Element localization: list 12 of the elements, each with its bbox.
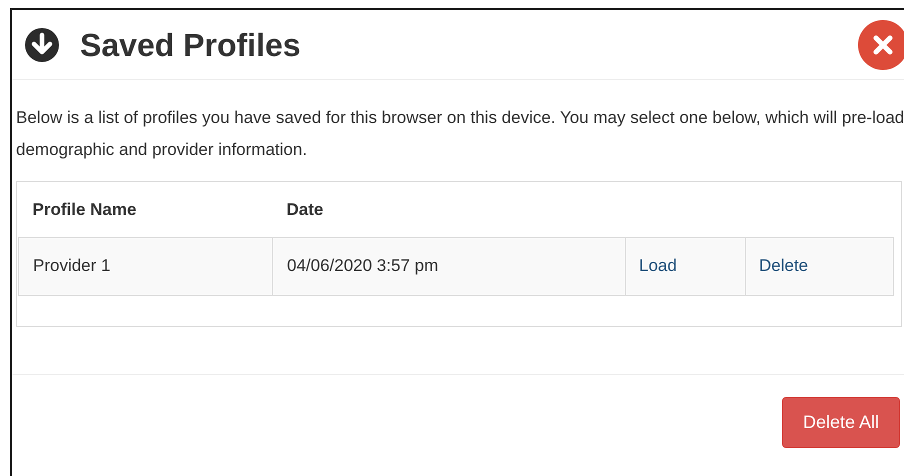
column-header: Date bbox=[286, 200, 324, 218]
close-icon bbox=[872, 34, 894, 56]
dialog-title: Saved Profiles bbox=[80, 26, 301, 64]
close-button[interactable] bbox=[858, 20, 904, 70]
delete-all-button[interactable]: Delete All bbox=[782, 397, 900, 448]
action-link[interactable]: Load bbox=[639, 256, 677, 276]
download-icon bbox=[24, 26, 60, 62]
action-link[interactable]: Delete bbox=[759, 256, 808, 276]
table-cell: Provider 1 bbox=[18, 237, 272, 295]
description-text: Below is a list of profiles you have saved for this browser on this device. You may select one below, which will pre-load demographic and provider information. bbox=[16, 107, 904, 161]
table-cell: 04/06/2020 3:57 pm bbox=[272, 237, 626, 295]
column-header: Profile Name bbox=[32, 200, 136, 218]
